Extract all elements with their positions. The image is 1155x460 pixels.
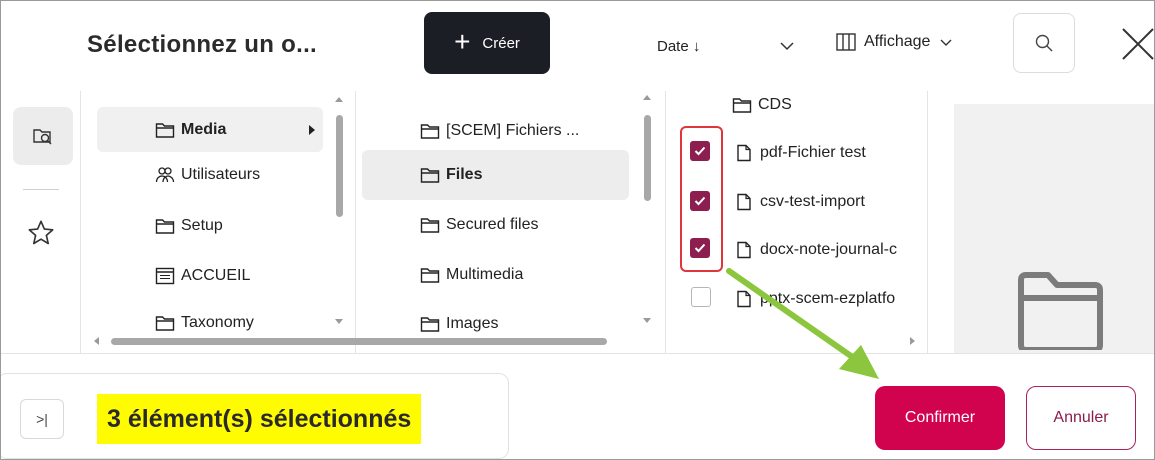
- dialog-header: Sélectionnez un o... + Créer Date ↓ Affi…: [1, 1, 1155, 91]
- selection-highlight-box: [680, 126, 723, 272]
- star-icon[interactable]: [27, 219, 55, 247]
- tree-item-multimedia[interactable]: Multimedia: [420, 263, 523, 287]
- tree-item-label: Utilisateurs: [181, 166, 261, 183]
- file-item-label: pptx-scem-ezplatfo: [760, 290, 896, 307]
- folder-icon: [420, 218, 440, 233]
- tree-item-label: Setup: [181, 217, 223, 234]
- tree-item-label: Multimedia: [446, 266, 524, 283]
- scroll-up-arrow[interactable]: [335, 97, 343, 102]
- tree-item-label: Media: [181, 120, 227, 138]
- plus-icon: +: [454, 25, 471, 57]
- side-rail: [1, 91, 81, 353]
- vertical-scrollbar[interactable]: [336, 115, 343, 217]
- create-button[interactable]: + Créer: [424, 12, 550, 74]
- checkbox-pptx-scem-ezplatform[interactable]: [691, 287, 711, 307]
- preview-panel: [954, 104, 1154, 354]
- folder-icon: [155, 316, 175, 331]
- horizontal-scrollbar-thumb[interactable]: [111, 338, 607, 345]
- file-icon: [737, 144, 751, 162]
- footer-divider: [1, 353, 1154, 354]
- scroll-down-arrow[interactable]: [335, 319, 343, 324]
- folder-search-icon: [33, 129, 52, 145]
- file-icon: [737, 193, 751, 211]
- tree-item-cds[interactable]: CDS: [732, 93, 792, 117]
- expand-selection-button[interactable]: >|: [20, 399, 64, 439]
- tree-item-label: [SCEM] Fichiers ...: [446, 122, 580, 139]
- folder-icon: [420, 268, 440, 283]
- tree-item-taxonomy[interactable]: Taxonomy: [155, 311, 254, 335]
- folder-large-icon: [1018, 272, 1103, 350]
- file-item-label: docx-note-journal-c: [760, 241, 897, 258]
- tree-item-label: Files: [446, 166, 483, 183]
- tree-item-files[interactable]: Files: [362, 150, 629, 200]
- scroll-left-arrow[interactable]: [94, 337, 99, 345]
- sort-date-button[interactable]: Date ↓: [657, 38, 700, 55]
- file-item-csv-test-import[interactable]: csv-test-import: [734, 190, 865, 214]
- page-icon: [155, 267, 175, 285]
- tree-item-label: ACCUEIL: [181, 267, 251, 284]
- item-picker-dialog: Sélectionnez un o... + Créer Date ↓ Affi…: [0, 0, 1155, 460]
- folder-icon: [420, 317, 440, 332]
- tree-item-utilisateurs[interactable]: Utilisateurs: [155, 163, 260, 187]
- view-mode-dropdown[interactable]: Affichage: [836, 33, 954, 51]
- create-button-label: Créer: [482, 34, 520, 52]
- file-item-docx-note-journal[interactable]: docx-note-journal-c: [734, 238, 897, 262]
- tree-item-setup[interactable]: Setup: [155, 214, 223, 238]
- file-icon: [737, 241, 751, 259]
- selected-count-text: 3 élément(s) sélectionnés: [97, 394, 422, 444]
- file-item-pdf-fichier-test[interactable]: pdf-Fichier test: [734, 141, 866, 165]
- folder-icon: [155, 219, 175, 234]
- tree-column-1: Media Utilisateurs Setup ACCUEIL Taxonom…: [81, 91, 356, 353]
- file-item-pptx-scem-ezplatform[interactable]: pptx-scem-ezplatfo: [734, 287, 895, 311]
- search-button[interactable]: [1013, 13, 1075, 73]
- scroll-right-arrow[interactable]: [910, 337, 915, 345]
- scroll-up-arrow[interactable]: [643, 95, 651, 100]
- tree-item-media[interactable]: Media: [97, 107, 323, 152]
- tree-item-scem-fichiers[interactable]: [SCEM] Fichiers ...: [420, 119, 579, 143]
- columns-icon: [836, 33, 856, 51]
- folder-icon: [732, 98, 752, 113]
- close-icon[interactable]: [1119, 25, 1155, 61]
- expand-arrow-icon: [309, 125, 315, 135]
- folder-icon: [420, 168, 440, 183]
- rail-divider: [23, 189, 59, 190]
- users-icon: [155, 167, 175, 183]
- vertical-scrollbar[interactable]: [644, 115, 651, 201]
- tree-item-secured-files[interactable]: Secured files: [420, 213, 539, 237]
- chevron-down-icon[interactable]: [777, 35, 797, 55]
- dialog-title: Sélectionnez un o...: [87, 31, 318, 58]
- browse-tab[interactable]: [13, 107, 73, 165]
- search-icon: [1035, 34, 1053, 52]
- tree-item-images[interactable]: Images: [420, 312, 498, 336]
- horizontal-scrollbar[interactable]: [89, 334, 925, 348]
- view-mode-label: Affichage: [864, 33, 931, 50]
- tree-item-accueil[interactable]: ACCUEIL: [155, 264, 250, 288]
- file-item-label: pdf-Fichier test: [760, 144, 866, 161]
- folder-icon: [420, 124, 440, 139]
- folder-icon: [155, 122, 175, 138]
- tree-column-2: [SCEM] Fichiers ... Files Secured files …: [356, 91, 666, 353]
- tree-item-label: Taxonomy: [181, 314, 254, 331]
- tree-item-label: Secured files: [446, 216, 539, 233]
- cancel-button[interactable]: Annuler: [1026, 386, 1136, 450]
- tree-item-label: Images: [446, 315, 499, 332]
- confirm-button[interactable]: Confirmer: [875, 386, 1005, 450]
- file-icon: [737, 290, 751, 308]
- tree-item-label: CDS: [758, 96, 792, 113]
- scroll-down-arrow[interactable]: [643, 318, 651, 323]
- chevron-down-icon: [940, 39, 952, 46]
- file-item-label: csv-test-import: [760, 193, 865, 210]
